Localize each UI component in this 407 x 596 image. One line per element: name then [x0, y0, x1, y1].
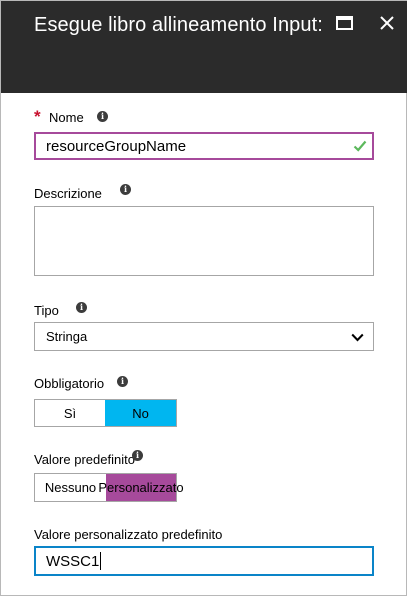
default-option-none[interactable]: Nessuno: [35, 474, 106, 501]
blade-title: Esegue libro allineamento Input:: [34, 14, 323, 36]
name-input-value: resourceGroupName: [46, 137, 187, 155]
check-icon: [353, 140, 367, 152]
close-icon: [380, 16, 394, 30]
blade-header: Esegue libro allineamento Input:: [1, 1, 407, 93]
default-option-custom[interactable]: Personalizzato: [98, 474, 184, 501]
default-value-info-icon[interactable]: i: [132, 450, 143, 461]
mandatory-option-yes[interactable]: Sì: [35, 400, 105, 426]
mandatory-info-icon[interactable]: i: [117, 376, 128, 387]
text-cursor: [100, 552, 102, 570]
type-label: Tipo: [34, 303, 59, 318]
mandatory-toggle: Sì No: [34, 399, 177, 427]
description-label: Descrizione: [34, 186, 102, 201]
description-info-icon[interactable]: i: [120, 184, 131, 195]
default-value-toggle: Nessuno Personalizzato: [34, 473, 184, 502]
mandatory-option-no[interactable]: No: [105, 400, 176, 426]
default-value-label: Valore predefinito: [34, 452, 135, 467]
type-info-icon[interactable]: i: [76, 302, 87, 313]
custom-default-label: Valore personalizzato predefinito: [34, 527, 223, 542]
maximize-icon: [335, 16, 353, 30]
mandatory-label: Obbligatorio: [34, 376, 105, 391]
name-input[interactable]: resourceGroupName: [34, 132, 374, 160]
name-info-icon[interactable]: i: [97, 111, 108, 122]
maximize-button[interactable]: [332, 11, 356, 35]
required-asterisk: *: [34, 107, 41, 126]
description-textarea[interactable]: [34, 206, 374, 276]
close-button[interactable]: [375, 11, 399, 35]
type-selected-value: Stringa: [46, 329, 88, 344]
custom-default-input[interactable]: WSSC1: [34, 546, 374, 576]
type-select[interactable]: Stringa: [34, 322, 374, 351]
custom-default-value: WSSC1: [46, 552, 100, 570]
input-blade: Esegue libro allineamento Input: * Nome …: [0, 0, 407, 596]
chevron-down-icon: [351, 333, 364, 342]
name-label: Nome: [49, 110, 84, 125]
